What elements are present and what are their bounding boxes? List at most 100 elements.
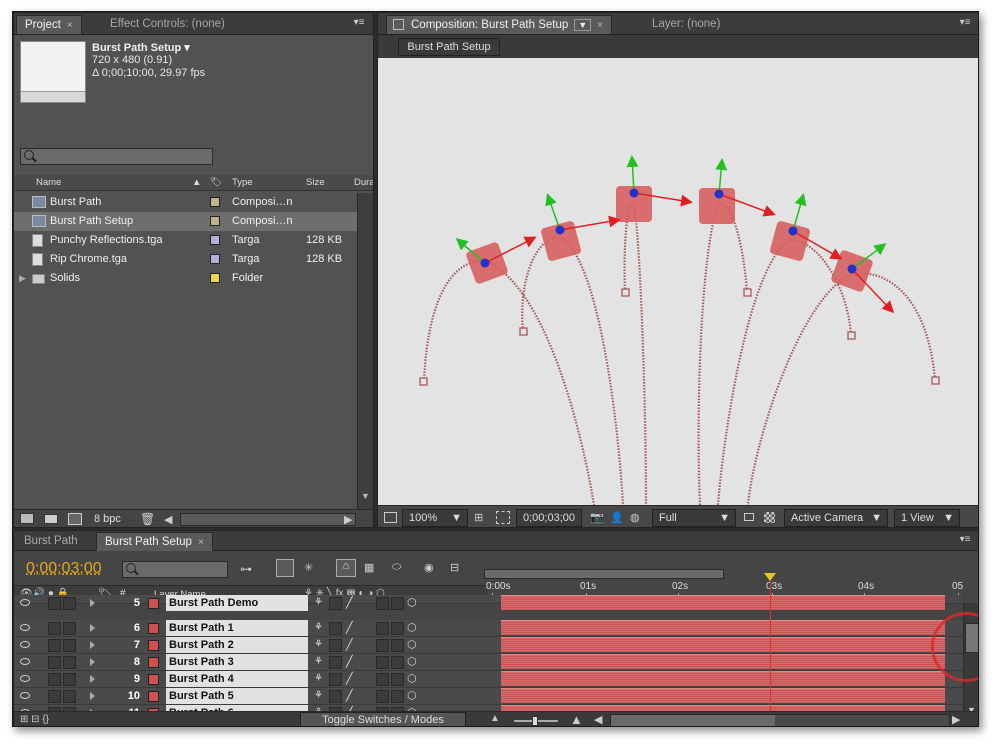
view-layout-dropdown[interactable]: 1 View ▼	[894, 509, 960, 527]
resolution-dropdown[interactable]: Full ▼	[652, 509, 736, 527]
motion-blur-switch[interactable]	[391, 690, 404, 703]
layer-duration-bar[interactable]	[501, 671, 945, 686]
effect-switch[interactable]	[376, 639, 389, 652]
expand-layer-icon[interactable]	[90, 624, 95, 632]
zoom-slider[interactable]	[514, 716, 558, 726]
bit-depth-button[interactable]: 8 bpc	[94, 513, 121, 525]
trash-icon[interactable]: 🗑	[140, 512, 155, 526]
solo-toggle[interactable]	[63, 673, 76, 686]
camera-dropdown[interactable]: Active Camera ▼	[784, 509, 888, 527]
work-area-bar[interactable]	[484, 569, 724, 579]
shy-switch-icon[interactable]: ⚘	[314, 690, 323, 701]
layer-label-swatch[interactable]	[148, 691, 159, 702]
layer-name[interactable]: Burst Path 2	[166, 637, 308, 653]
comp-name-button[interactable]: Burst Path Setup	[398, 38, 500, 56]
motion-blur-switch[interactable]	[391, 622, 404, 635]
timeline-current-time[interactable]: 0;00;03;00	[26, 560, 102, 578]
zoom-out-icon[interactable]: ▲	[490, 713, 500, 724]
3d-layer-icon[interactable]: ⬡	[407, 621, 417, 634]
visibility-eye-icon[interactable]	[20, 675, 30, 682]
3d-layer-icon[interactable]: ⬡	[407, 655, 417, 668]
audio-toggle[interactable]	[48, 690, 61, 703]
collapse-switch[interactable]	[329, 622, 342, 635]
collapse-switch[interactable]	[329, 639, 342, 652]
tab-burst-path[interactable]: Burst Path	[16, 532, 86, 551]
audio-toggle[interactable]	[48, 622, 61, 635]
project-item[interactable]: Rip Chrome.tga Targa 128 KB	[14, 250, 357, 269]
shy-switch-icon[interactable]: ⚘	[314, 656, 323, 667]
project-scrollbar[interactable]: ▼	[357, 193, 373, 509]
effect-switch[interactable]	[376, 673, 389, 686]
solo-toggle[interactable]	[63, 639, 76, 652]
scroll-right-icon[interactable]: ▶	[952, 713, 960, 726]
panel-menu-icon[interactable]: ▾≡	[957, 17, 973, 29]
playhead-cti[interactable]	[770, 576, 771, 716]
lock-icon[interactable]	[393, 19, 404, 30]
project-search-input[interactable]	[20, 148, 213, 165]
audio-toggle[interactable]	[48, 597, 61, 610]
comp-info-name[interactable]: Burst Path Setup ▾	[92, 41, 190, 54]
layer-name[interactable]: Burst Path 1	[166, 620, 308, 636]
quality-switch-icon[interactable]: ╱	[346, 596, 353, 609]
panel-menu-icon[interactable]: ▾≡	[351, 17, 367, 29]
zoom-in-icon[interactable]: ▲	[570, 712, 583, 726]
toggle-switches-modes-button[interactable]: Toggle Switches / Modes	[300, 712, 466, 726]
project-item[interactable]: Burst Path Composi…n	[14, 193, 357, 212]
region-of-interest-icon[interactable]	[744, 513, 754, 521]
layer-duration-bar[interactable]	[501, 620, 945, 635]
visibility-eye-icon[interactable]	[20, 599, 30, 606]
tab-layer[interactable]: Layer: (none)	[644, 15, 728, 34]
tab-composition[interactable]: Composition: Burst Path Setup ▼ ×	[386, 15, 613, 34]
scroll-left-icon[interactable]: ◀	[594, 713, 602, 726]
snapshot-icon[interactable]: 📷	[590, 511, 604, 524]
layer-label-swatch[interactable]	[148, 598, 159, 609]
label-color-swatch[interactable]	[210, 235, 220, 245]
quality-switch-icon[interactable]: ╱	[346, 638, 353, 651]
shy-switch-icon[interactable]: ⚘	[314, 622, 323, 633]
effect-switch[interactable]	[376, 656, 389, 669]
quality-switch-icon[interactable]: ╱	[346, 655, 353, 668]
column-duration[interactable]: Dura	[354, 175, 373, 191]
tab-effect-controls[interactable]: Effect Controls: (none)	[102, 15, 233, 34]
collapse-switch[interactable]	[329, 597, 342, 610]
label-color-swatch[interactable]	[210, 273, 220, 283]
layer-duration-bar[interactable]	[501, 654, 945, 669]
label-tag-icon[interactable]: 🏷	[210, 175, 222, 191]
channel-icon[interactable]: ◍	[630, 511, 640, 524]
solo-toggle[interactable]	[63, 656, 76, 669]
layer-name[interactable]: Burst Path 3	[166, 654, 308, 670]
scroll-left-icon[interactable]: ◀	[164, 513, 172, 526]
layer-row[interactable]: 7 Burst Path 2 ⚘ ╱ ⬡	[14, 637, 963, 654]
layer-switches-icon[interactable]: ⊞ ⊟ {}	[20, 714, 49, 725]
layer-name[interactable]: Burst Path Demo	[166, 595, 308, 611]
horizontal-scrollbar[interactable]	[180, 513, 356, 526]
motion-blur-icon[interactable]: ⬭	[392, 561, 401, 574]
layer-name[interactable]: Burst Path 4	[166, 671, 308, 687]
3d-layer-icon[interactable]: ⬡	[407, 689, 417, 702]
expand-layer-icon[interactable]	[90, 658, 95, 666]
layer-row[interactable]: 6 Burst Path 1 ⚘ ╱ ⬡	[14, 620, 963, 637]
tab-burst-path-setup[interactable]: Burst Path Setup ×	[96, 532, 213, 551]
motion-blur-switch[interactable]	[391, 673, 404, 686]
brainstorm-icon[interactable]: ◉	[424, 561, 434, 574]
motion-blur-switch[interactable]	[391, 597, 404, 610]
layer-name[interactable]: Burst Path 5	[166, 688, 308, 704]
visibility-eye-icon[interactable]	[20, 624, 30, 631]
shy-switch-icon[interactable]: ⚘	[314, 673, 323, 684]
panel-menu-icon[interactable]: ▾≡	[957, 534, 973, 546]
motion-blur-switch[interactable]	[391, 639, 404, 652]
solo-toggle[interactable]	[63, 622, 76, 635]
expand-layer-icon[interactable]	[90, 675, 95, 683]
graph-editor-icon[interactable]: ⊟	[450, 561, 459, 574]
audio-toggle[interactable]	[48, 656, 61, 669]
effect-switch[interactable]	[376, 622, 389, 635]
solo-toggle[interactable]	[63, 597, 76, 610]
3d-layer-icon[interactable]: ⬡	[407, 638, 417, 651]
quality-switch-icon[interactable]: ╱	[346, 621, 353, 634]
effect-switch[interactable]	[376, 597, 389, 610]
collapse-switch[interactable]	[329, 673, 342, 686]
column-name[interactable]: Name	[36, 175, 61, 191]
layer-label-swatch[interactable]	[148, 640, 159, 651]
grid-icon[interactable]: ⊞	[474, 511, 483, 524]
column-size[interactable]: Size	[306, 175, 324, 191]
